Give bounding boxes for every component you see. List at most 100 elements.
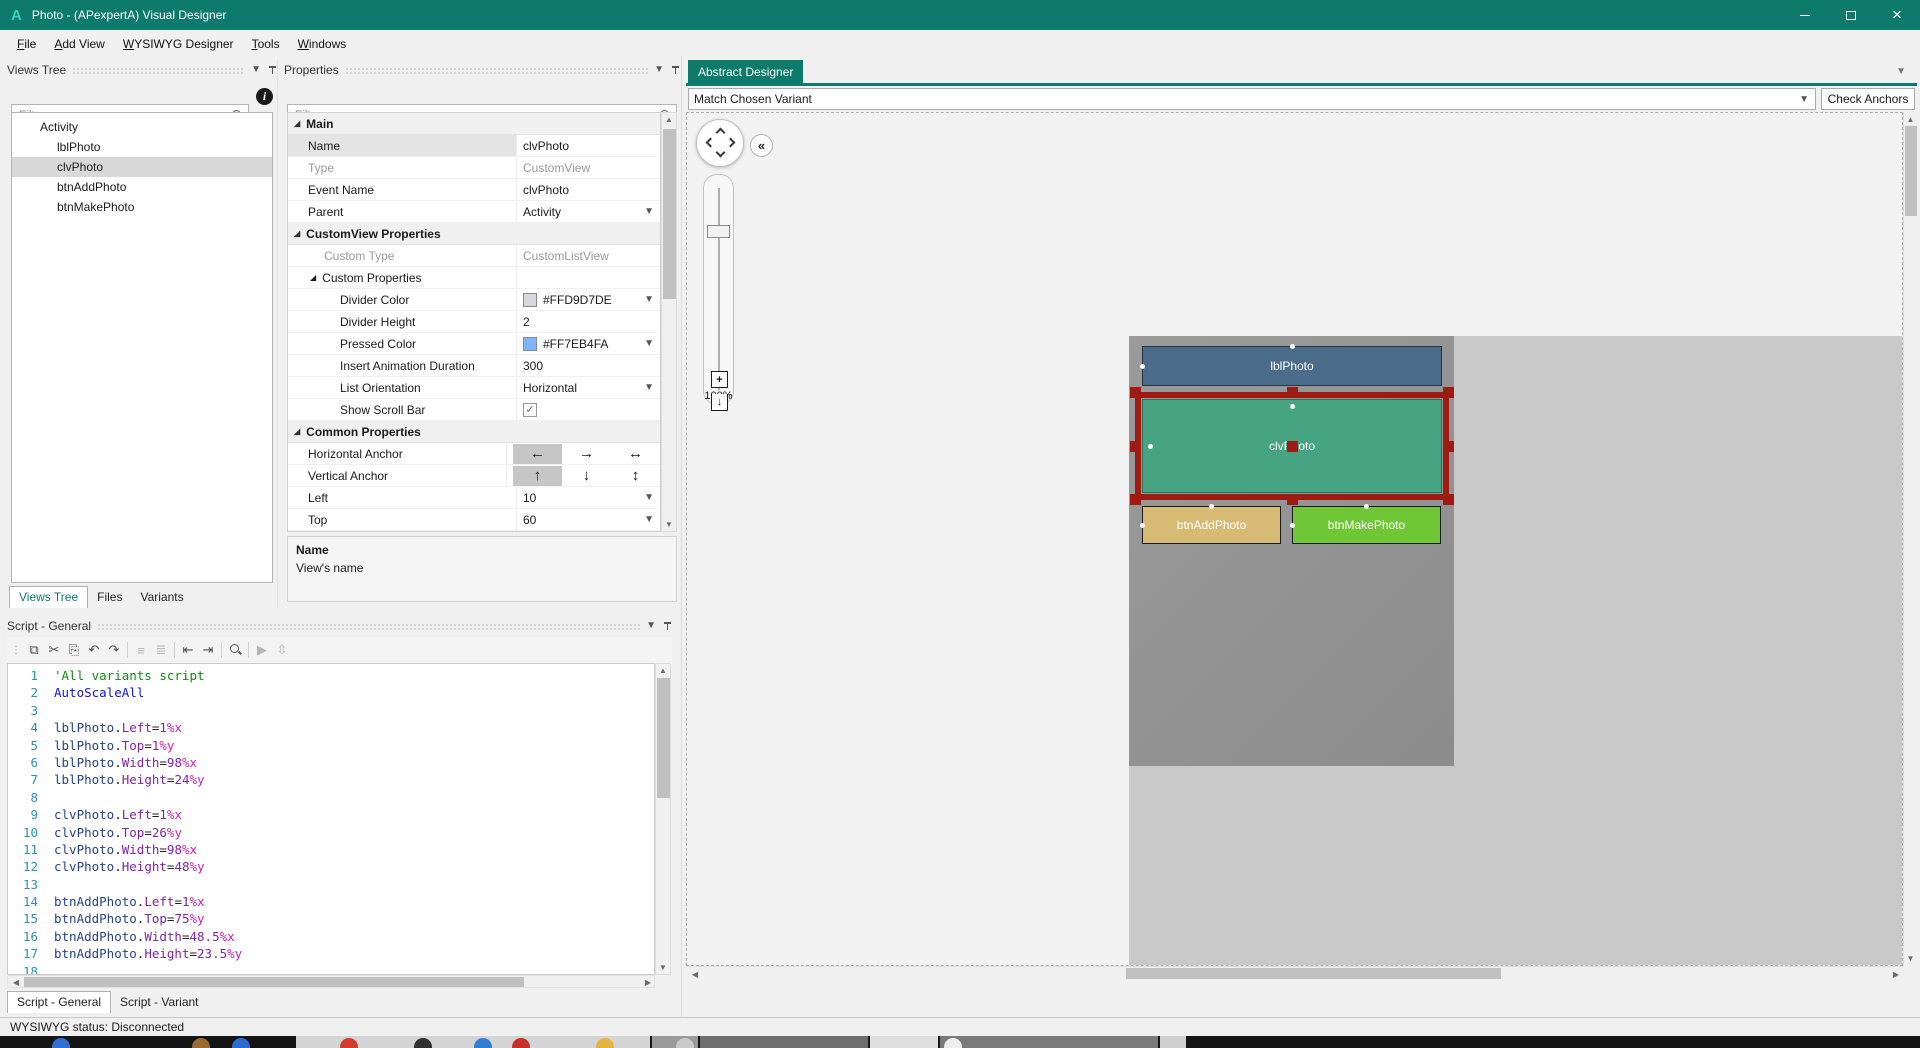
redo-icon[interactable]: ↷ [104, 642, 124, 658]
designer-vscrollbar[interactable]: ▲ ▼ [1903, 112, 1917, 966]
property-value[interactable]: ✓ [517, 399, 660, 420]
collapse-triangle-icon[interactable]: ◢ [294, 119, 300, 128]
property-value[interactable]: Activity▼ [517, 201, 660, 222]
info-icon[interactable]: i [256, 88, 273, 105]
property-row-divider-color[interactable]: Divider Color#FFD9D7DE▼ [288, 289, 660, 311]
properties-scrollbar[interactable]: ▲ ▼ [661, 112, 677, 532]
chevron-down-icon[interactable]: ▼ [644, 206, 654, 217]
taskbar-window-group[interactable] [700, 1036, 868, 1048]
property-row-event-name[interactable]: Event NameclvPhoto [288, 179, 660, 201]
code-line[interactable]: 10clvPhoto.Top=26%y [8, 824, 654, 841]
tab-script-variant[interactable]: Script - Variant [111, 992, 207, 1013]
panel-menu-icon[interactable]: ▼ [654, 64, 664, 75]
chevron-down-icon[interactable]: ▼ [644, 492, 654, 503]
property-value[interactable]: 300 [517, 355, 660, 376]
indent-icon[interactable]: ⇥ [198, 642, 218, 658]
anchor-option-icon[interactable]: ↔ [611, 444, 660, 464]
pan-up-icon[interactable] [716, 128, 726, 138]
property-row-custom-type[interactable]: Custom TypeCustomListView [288, 245, 660, 267]
designer-view-lblPhoto[interactable]: lblPhoto [1142, 346, 1442, 386]
tab-script-general[interactable]: Script - General [7, 991, 111, 1013]
taskbar-app-icon[interactable] [192, 1038, 210, 1048]
splitter[interactable] [277, 60, 278, 608]
menu-item-tools[interactable]: Tools [243, 33, 289, 55]
property-value[interactable]: Horizontal▼ [517, 377, 660, 398]
selection-handle[interactable] [1443, 494, 1454, 505]
code-line[interactable]: 8 [8, 789, 654, 806]
code-line[interactable]: 5lblPhoto.Top=1%y [8, 737, 654, 754]
scrollbar-thumb[interactable] [1126, 968, 1501, 979]
tab-variants[interactable]: Variants [131, 587, 192, 608]
taskbar-app-icon[interactable] [52, 1038, 70, 1048]
selection-handle[interactable] [1287, 441, 1298, 452]
taskbar-window-group[interactable] [940, 1036, 1158, 1048]
zoom-track[interactable] [718, 188, 720, 390]
property-value[interactable]: CustomView [517, 157, 660, 178]
undo-icon[interactable]: ↶ [84, 642, 104, 658]
chevron-down-icon[interactable]: ▼ [644, 338, 654, 349]
code-line[interactable]: 14btnAddPhoto.Left=1%x [8, 893, 654, 910]
selection-handle[interactable] [1287, 387, 1298, 398]
zoom-slider-thumb[interactable] [707, 225, 730, 238]
property-value[interactable]: ↑↓↕ [507, 465, 660, 486]
run-icon[interactable]: ▶ [252, 642, 272, 658]
property-group-common-properties[interactable]: ◢Common Properties [288, 421, 660, 443]
anchor-option-icon[interactable]: → [562, 444, 611, 464]
selection-handle[interactable] [1130, 494, 1141, 505]
code-line[interactable]: 15btnAddPhoto.Top=75%y [8, 910, 654, 927]
menu-item-windows[interactable]: Windows [289, 33, 356, 55]
maximize-button[interactable] [1828, 0, 1874, 30]
pan-control[interactable] [696, 119, 744, 167]
minimize-button[interactable] [1782, 0, 1828, 30]
fit-screen-icon[interactable]: + [711, 371, 728, 388]
chevron-down-icon[interactable]: ▼ [644, 294, 654, 305]
tab-views-tree[interactable]: Views Tree [9, 586, 88, 608]
tree-item-Activity[interactable]: Activity [12, 117, 272, 137]
code-line[interactable]: 6lblPhoto.Width=98%x [8, 754, 654, 771]
outdent-icon[interactable]: ⇤ [178, 642, 198, 658]
property-value[interactable]: clvPhoto [517, 135, 660, 156]
property-value[interactable]: ←→↔ [507, 443, 660, 464]
property-row-horizontal-anchor[interactable]: Horizontal Anchor←→↔ [288, 443, 660, 465]
format-right-icon[interactable]: ≣ [151, 642, 171, 658]
menu-item-wysiwyg-designer[interactable]: WYSIWYG Designer [114, 33, 243, 55]
variant-dropdown[interactable]: Match Chosen Variant ▼ [688, 88, 1816, 110]
pan-down-icon[interactable] [716, 148, 726, 158]
pin-icon[interactable] [268, 65, 277, 75]
copy-icon[interactable]: ⧉ [24, 642, 44, 658]
collapse-triangle-icon[interactable]: ◢ [310, 273, 316, 282]
chevron-down-icon[interactable]: ▼ [644, 382, 654, 393]
selection-handle[interactable] [1130, 387, 1141, 398]
scrollbar-thumb[interactable] [657, 678, 670, 798]
pan-right-icon[interactable] [726, 138, 736, 148]
designer-view-btnMakePhoto[interactable]: btnMakePhoto [1292, 506, 1441, 544]
tree-item-lblPhoto[interactable]: lblPhoto [12, 137, 272, 157]
designer-view-btnAddPhoto[interactable]: btnAddPhoto [1142, 506, 1281, 544]
panel-menu-icon[interactable]: ▼ [251, 64, 261, 75]
splitter[interactable] [681, 56, 682, 1017]
property-row-pressed-color[interactable]: Pressed Color#FF7EB4FA▼ [288, 333, 660, 355]
selection-handle[interactable] [1130, 441, 1141, 452]
panel-menu-icon[interactable]: ▼ [646, 620, 656, 631]
paste-icon[interactable]: ⎘ [64, 642, 84, 658]
pin-icon[interactable] [671, 65, 680, 75]
selection-handle[interactable] [1287, 494, 1298, 505]
menu-item-add-view[interactable]: Add View [45, 33, 114, 55]
menu-item-file[interactable]: File [8, 33, 45, 55]
code-line[interactable]: 17btnAddPhoto.Height=23.5%y [8, 945, 654, 962]
toolbar-grip[interactable]: ⋮ [11, 645, 20, 656]
code-line[interactable]: 16btnAddPhoto.Width=48.5%x [8, 928, 654, 945]
taskbar-window-group[interactable] [870, 1036, 938, 1048]
selection-handle[interactable] [1443, 387, 1454, 398]
code-line[interactable]: 3 [8, 702, 654, 719]
collapse-triangle-icon[interactable]: ◢ [294, 229, 300, 238]
designer-canvas[interactable]: lblPhotoclvPhotobtnAddPhotobtnMakePhoto … [686, 112, 1903, 966]
tree-item-btnMakePhoto[interactable]: btnMakePhoto [12, 197, 272, 217]
code-line[interactable]: 1'All variants script [8, 667, 654, 684]
property-row-list-orientation[interactable]: List OrientationHorizontal▼ [288, 377, 660, 399]
cut-icon[interactable]: ✂ [44, 642, 64, 658]
tree-item-clvPhoto[interactable]: clvPhoto [12, 157, 272, 177]
code-line[interactable]: 13 [8, 876, 654, 893]
property-value[interactable]: 60▼ [517, 509, 660, 530]
collapse-button[interactable]: « [750, 134, 773, 157]
